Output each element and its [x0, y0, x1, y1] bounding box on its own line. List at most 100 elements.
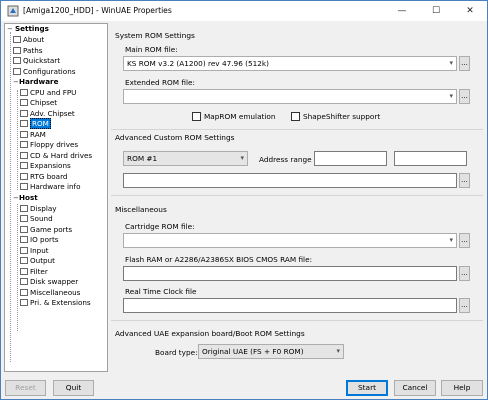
- settings-tree[interactable]: − Settings About Paths Quickstart Config…: [4, 23, 108, 372]
- quit-button[interactable]: Quit: [53, 380, 94, 396]
- tree-input[interactable]: Input: [20, 246, 49, 256]
- tree-quickstart[interactable]: Quickstart: [13, 56, 60, 66]
- cartridge-browse-button[interactable]: ...: [459, 233, 470, 248]
- section-misc: Miscellaneous: [115, 205, 167, 214]
- properties-window: [Amiga1200_HDD] - WinUAE Properties — ☐ …: [0, 0, 488, 400]
- cartridge-label: Cartridge ROM file:: [125, 222, 195, 231]
- ext-rom-browse-button[interactable]: ...: [459, 89, 470, 104]
- tree-about[interactable]: About: [13, 35, 44, 45]
- tree-rtg[interactable]: RTG board: [20, 172, 67, 182]
- gameports-icon: [20, 225, 28, 233]
- rom-settings-panel: System ROM Settings Main ROM file: KS RO…: [111, 23, 483, 372]
- cd-hd-icon: [20, 151, 28, 159]
- tree-pri[interactable]: Pri. & Extensions: [20, 298, 91, 308]
- close-icon: ✕: [466, 6, 474, 16]
- misc-icon: [20, 288, 28, 296]
- tree-rom[interactable]: ROM: [20, 118, 51, 129]
- tree-ram[interactable]: RAM: [20, 130, 46, 140]
- tree-hwinfo[interactable]: Hardware info: [20, 182, 80, 192]
- ioports-icon: [20, 236, 28, 243]
- custom-rom-select[interactable]: ROM #1 ▾: [123, 151, 248, 166]
- board-type-select[interactable]: Original UAE (FS + F0 ROM) ▾: [198, 344, 344, 359]
- quickstart-icon: [13, 57, 21, 64]
- maprom-checkbox[interactable]: [192, 112, 201, 121]
- close-button[interactable]: ✕: [453, 1, 487, 21]
- cpu-icon: [20, 88, 28, 96]
- maximize-icon: ☐: [431, 6, 441, 16]
- tree-expansions[interactable]: Expansions: [20, 161, 71, 171]
- tree-diskswapper[interactable]: Disk swapper: [20, 277, 78, 287]
- floppy-icon: [20, 141, 28, 148]
- rtc-file-input[interactable]: [123, 298, 457, 313]
- filter-icon: [20, 267, 28, 275]
- rtc-browse-button[interactable]: ...: [459, 298, 470, 313]
- main-rom-browse-button[interactable]: ...: [459, 56, 470, 71]
- tree-cpu[interactable]: CPU and FPU: [20, 88, 76, 98]
- sound-icon: [20, 215, 28, 222]
- flash-ram-input[interactable]: [123, 266, 457, 281]
- section-custom-rom: Advanced Custom ROM Settings: [115, 133, 235, 142]
- shapeshifter-label: ShapeShifter support: [303, 112, 381, 121]
- tree-cd-hd[interactable]: CD & Hard drives: [20, 151, 92, 161]
- custom-rom-browse-button[interactable]: ...: [459, 173, 470, 188]
- minimize-button[interactable]: —: [385, 1, 419, 21]
- about-icon: [13, 36, 21, 43]
- paths-icon: [13, 46, 21, 54]
- maprom-label: MapROM emulation: [204, 112, 276, 121]
- ext-rom-label: Extended ROM file:: [125, 78, 195, 87]
- tree-settings[interactable]: Settings: [15, 24, 49, 34]
- address-end-input[interactable]: [394, 151, 467, 166]
- shapeshifter-checkbox[interactable]: [291, 112, 300, 121]
- input-icon: [20, 246, 28, 254]
- board-type-value: Original UAE (FS + F0 ROM): [202, 347, 304, 356]
- custom-rom-file-input[interactable]: [123, 173, 457, 188]
- rtc-label: Real Time Clock file: [125, 287, 197, 296]
- tree-misc[interactable]: Miscellaneous: [20, 288, 80, 298]
- board-type-label: Board type:: [155, 348, 198, 357]
- address-start-input[interactable]: [314, 151, 387, 166]
- display-icon: [20, 204, 28, 212]
- ext-rom-select[interactable]: ▾: [123, 89, 457, 104]
- flash-ram-browse-button[interactable]: ...: [459, 266, 470, 281]
- start-button[interactable]: Start: [346, 380, 388, 396]
- cartridge-select[interactable]: ▾: [123, 233, 457, 248]
- reset-button[interactable]: Reset: [5, 380, 46, 396]
- chevron-down-icon: ▾: [449, 92, 453, 100]
- tree-host[interactable]: Host: [19, 193, 38, 203]
- tree-paths[interactable]: Paths: [13, 46, 43, 56]
- pri-icon: [20, 299, 28, 306]
- help-button[interactable]: Help: [441, 380, 483, 396]
- tree-configurations[interactable]: Configurations: [13, 67, 76, 77]
- tree-floppy[interactable]: Floppy drives: [20, 140, 78, 150]
- tree-display[interactable]: Display: [20, 204, 57, 214]
- flash-ram-label: Flash RAM or A2286/A2386SX BIOS CMOS RAM…: [125, 255, 313, 264]
- tree-hardware[interactable]: Hardware: [19, 77, 58, 87]
- output-icon: [20, 257, 28, 264]
- ram-icon: [20, 130, 28, 138]
- tree-sound[interactable]: Sound: [20, 214, 53, 224]
- tree-chipset[interactable]: Chipset: [20, 98, 57, 108]
- cancel-button[interactable]: Cancel: [394, 380, 436, 396]
- maximize-button[interactable]: ☐: [419, 1, 453, 21]
- tree-gameports[interactable]: Game ports: [20, 225, 72, 235]
- chevron-down-icon: ▾: [449, 59, 453, 67]
- chevron-down-icon: ▾: [240, 154, 244, 162]
- custom-rom-value: ROM #1: [127, 154, 158, 163]
- adv-chipset-icon: [20, 109, 28, 117]
- tree-filter[interactable]: Filter: [20, 267, 48, 277]
- main-rom-select[interactable]: KS ROM v3.2 (A1200) rev 47.96 (512k) ▾: [123, 56, 457, 71]
- section-system-rom: System ROM Settings: [115, 31, 195, 40]
- section-uae-board: Advanced UAE expansion board/Boot ROM Se…: [115, 329, 305, 338]
- title-bar: [Amiga1200_HDD] - WinUAE Properties — ☐ …: [1, 1, 487, 21]
- tree-adv-chipset[interactable]: Adv. Chipset: [20, 109, 75, 119]
- chevron-down-icon: ▾: [336, 347, 340, 355]
- chevron-down-icon: ▾: [449, 236, 453, 244]
- collapse-settings-icon[interactable]: −: [7, 26, 14, 33]
- tree-ioports[interactable]: IO ports: [20, 235, 59, 245]
- tree-output[interactable]: Output: [20, 256, 55, 266]
- window-title: [Amiga1200_HDD] - WinUAE Properties: [23, 6, 172, 15]
- main-rom-value: KS ROM v3.2 (A1200) rev 47.96 (512k): [127, 59, 270, 68]
- diskswapper-icon: [20, 278, 28, 285]
- main-rom-label: Main ROM file:: [125, 45, 178, 54]
- configurations-icon: [13, 67, 21, 75]
